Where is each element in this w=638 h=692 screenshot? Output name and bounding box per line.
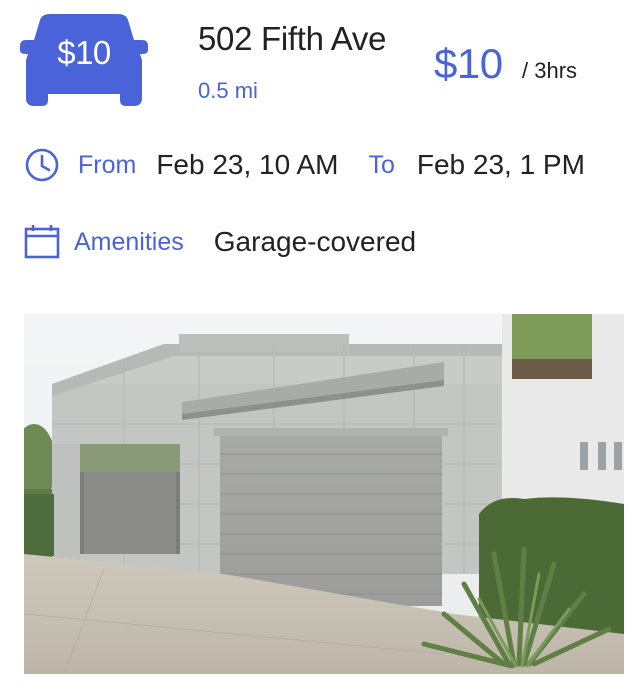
car-price-badge: $10: [18, 12, 154, 110]
amenities-row: Amenities Garage-covered: [24, 224, 416, 260]
to-label: To: [368, 150, 395, 179]
from-label: From: [78, 150, 137, 179]
from-value: Feb 23, 10 AM: [156, 149, 339, 180]
clock-icon: [24, 147, 60, 183]
to-value: Feb 23, 1 PM: [416, 149, 585, 180]
badge-price: $10: [57, 34, 111, 71]
listing-distance: 0.5 mi: [198, 78, 258, 103]
listing-duration: / 3hrs: [522, 58, 578, 83]
listing-price: $10: [434, 40, 503, 87]
garage-photo: [24, 314, 624, 674]
time-row: From Feb 23, 10 AM To Feb 23, 1 PM: [24, 147, 585, 183]
amenities-label: Amenities: [74, 227, 184, 256]
amenities-value: Garage-covered: [213, 226, 417, 257]
calendar-icon: [24, 224, 60, 260]
listing-address: 502 Fifth Ave: [198, 20, 387, 57]
